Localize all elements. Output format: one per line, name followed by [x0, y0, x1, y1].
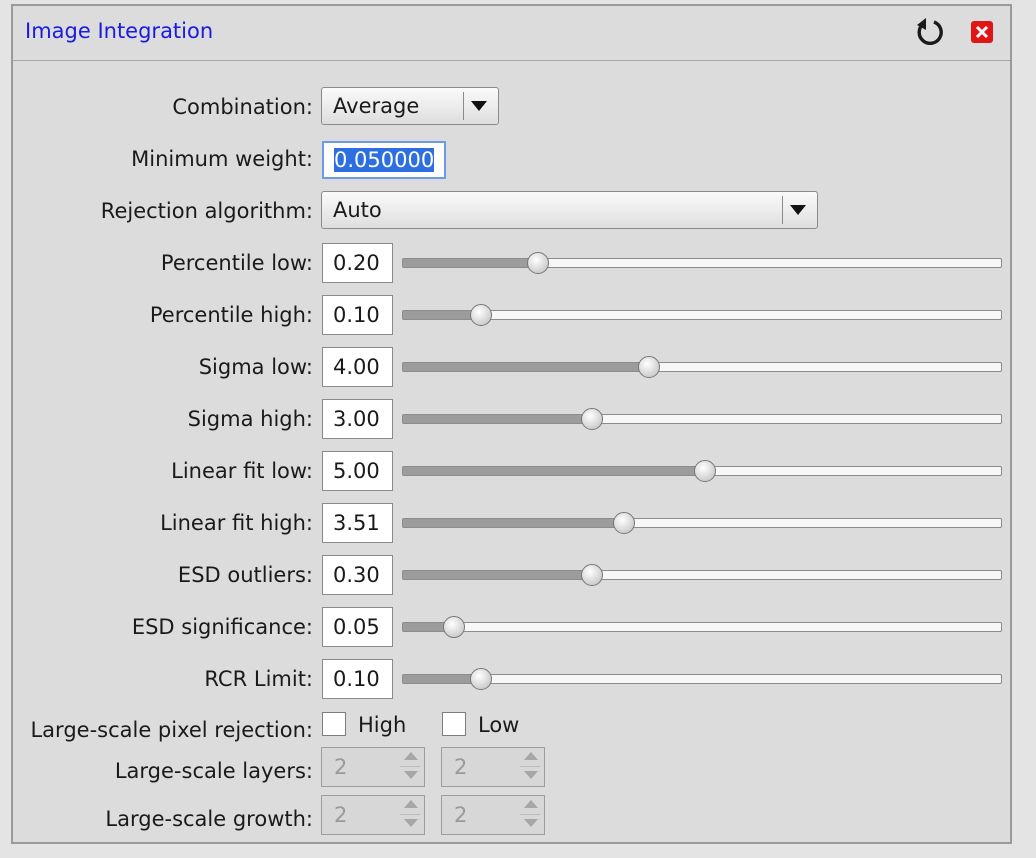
- min-weight-input[interactable]: 0.050000: [322, 141, 446, 179]
- large-scale-layers-label: Large-scale layers:: [114, 759, 313, 783]
- slider-track[interactable]: [402, 460, 1002, 482]
- large-scale-growth-label: Large-scale growth:: [105, 807, 313, 831]
- reset-icon[interactable]: [913, 16, 947, 50]
- slider-track[interactable]: [402, 616, 1002, 638]
- slider-fill: [403, 467, 705, 475]
- slider-label: Percentile low:: [160, 251, 313, 275]
- slider-handle[interactable]: [527, 252, 549, 274]
- slider-row: RCR Limit: 0.10: [13, 659, 1013, 699]
- slider-value-input[interactable]: 4.00: [322, 347, 393, 387]
- large-scale-growth-high-spinner[interactable]: 2: [321, 795, 425, 835]
- slider-track[interactable]: [402, 304, 1002, 326]
- combination-label: Combination:: [172, 95, 313, 119]
- slider-label: ESD outliers:: [177, 563, 313, 587]
- min-weight-value: 0.050000: [334, 148, 435, 172]
- image-integration-panel: Image Integration Combination: Average M…: [11, 4, 1012, 844]
- slider-handle[interactable]: [581, 564, 603, 586]
- min-weight-label: Minimum weight:: [131, 147, 313, 171]
- spinner-up-icon[interactable]: [524, 800, 538, 808]
- chevron-down-icon: [790, 205, 806, 215]
- slider-row: Sigma high: 3.00: [13, 399, 1013, 439]
- spinner-down-icon[interactable]: [524, 771, 538, 779]
- slider-label: Linear fit high:: [160, 511, 313, 535]
- rejection-label: Rejection algorithm:: [100, 199, 313, 223]
- slider-handle[interactable]: [581, 408, 603, 430]
- slider-label: Percentile high:: [149, 303, 313, 327]
- combination-select[interactable]: Average: [321, 87, 499, 125]
- slider-label: Linear fit low:: [171, 459, 313, 483]
- slider-fill: [403, 259, 538, 267]
- large-scale-growth-row: Large-scale growth: 2 2: [13, 795, 1013, 835]
- spinner-up-icon[interactable]: [404, 800, 418, 808]
- spinner-up-icon[interactable]: [404, 752, 418, 760]
- large-scale-high-label: High: [358, 713, 407, 737]
- spinner-value: 2: [334, 803, 348, 827]
- slider-track[interactable]: [402, 356, 1002, 378]
- slider-track[interactable]: [402, 668, 1002, 690]
- slider-value-input[interactable]: 0.10: [322, 659, 393, 699]
- panel-titlebar: Image Integration: [13, 6, 1010, 61]
- spinner-down-icon[interactable]: [524, 819, 538, 827]
- large-scale-low-label: Low: [478, 713, 520, 737]
- spinner-down-icon[interactable]: [404, 771, 418, 779]
- chevron-down-icon: [471, 101, 487, 111]
- large-scale-high-checkbox[interactable]: [322, 712, 346, 736]
- spinner-down-icon[interactable]: [404, 819, 418, 827]
- slider-handle[interactable]: [443, 616, 465, 638]
- slider-value-input[interactable]: 3.00: [322, 399, 393, 439]
- spinner-value: 2: [334, 755, 348, 779]
- slider-fill: [403, 363, 649, 371]
- panel-title: Image Integration: [25, 19, 214, 43]
- slider-value-input[interactable]: 3.51: [322, 503, 393, 543]
- slider-track[interactable]: [402, 252, 1002, 274]
- slider-handle[interactable]: [694, 460, 716, 482]
- slider-fill: [403, 415, 592, 423]
- slider-handle[interactable]: [613, 512, 635, 534]
- large-scale-layers-high-spinner[interactable]: 2: [321, 747, 425, 787]
- slider-row: Sigma low: 4.00: [13, 347, 1013, 387]
- slider-handle[interactable]: [470, 668, 492, 690]
- large-scale-layers-row: Large-scale layers: 2 2: [13, 747, 1013, 787]
- min-weight-row: Minimum weight:: [13, 139, 1013, 179]
- slider-row: Percentile low: 0.20: [13, 243, 1013, 283]
- spinner-value: 2: [454, 755, 468, 779]
- combination-value: Average: [333, 94, 420, 118]
- slider-fill: [403, 519, 624, 527]
- slider-value-input[interactable]: 0.20: [322, 243, 393, 283]
- slider-track[interactable]: [402, 512, 1002, 534]
- slider-row: ESD outliers: 0.30: [13, 555, 1013, 595]
- large-scale-growth-low-spinner[interactable]: 2: [441, 795, 545, 835]
- large-scale-low-checkbox[interactable]: [442, 712, 466, 736]
- close-icon[interactable]: [971, 21, 993, 43]
- slider-handle[interactable]: [638, 356, 660, 378]
- slider-value-input[interactable]: 0.10: [322, 295, 393, 335]
- large-scale-rejection-row: Large-scale pixel rejection: High Low: [13, 708, 1013, 748]
- slider-label: ESD significance:: [131, 615, 313, 639]
- slider-label: Sigma high:: [187, 407, 313, 431]
- slider-row: ESD significance: 0.05: [13, 607, 1013, 647]
- slider-value-input[interactable]: 0.30: [322, 555, 393, 595]
- spinner-up-icon[interactable]: [524, 752, 538, 760]
- rejection-value: Auto: [333, 198, 382, 222]
- combination-row: Combination: Average: [13, 87, 1013, 127]
- large-scale-rejection-label: Large-scale pixel rejection:: [30, 718, 313, 742]
- slider-track[interactable]: [402, 564, 1002, 586]
- rejection-select[interactable]: Auto: [321, 191, 818, 229]
- slider-value-input[interactable]: 5.00: [322, 451, 393, 491]
- slider-row: Linear fit high: 3.51: [13, 503, 1013, 543]
- slider-value-input[interactable]: 0.05: [322, 607, 393, 647]
- slider-fill: [403, 571, 592, 579]
- large-scale-layers-low-spinner[interactable]: 2: [441, 747, 545, 787]
- slider-label: RCR Limit:: [204, 667, 313, 691]
- slider-row: Percentile high: 0.10: [13, 295, 1013, 335]
- slider-row: Linear fit low: 5.00: [13, 451, 1013, 491]
- slider-track[interactable]: [402, 408, 1002, 430]
- slider-handle[interactable]: [470, 304, 492, 326]
- slider-label: Sigma low:: [198, 355, 313, 379]
- spinner-value: 2: [454, 803, 468, 827]
- rejection-row: Rejection algorithm: Auto: [13, 191, 1013, 231]
